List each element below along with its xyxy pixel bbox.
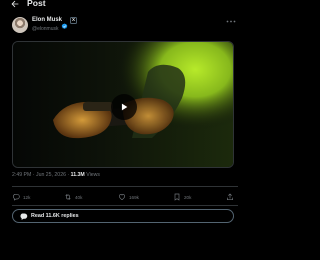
engagement-bar: 12k 40k 169k 20k xyxy=(12,191,238,203)
verified-badge-icon xyxy=(61,17,68,29)
share-button[interactable] xyxy=(226,193,234,201)
reply-bubble-icon xyxy=(20,213,28,220)
top-bar: Post xyxy=(0,0,250,10)
play-icon xyxy=(121,103,128,111)
share-icon xyxy=(227,193,233,200)
more-horizontal-icon[interactable] xyxy=(226,19,236,24)
views-label: Views xyxy=(86,172,100,178)
views-count: 11.3M xyxy=(70,172,85,178)
read-replies-label: Read 11.6K replies xyxy=(31,213,79,219)
avatar[interactable] xyxy=(12,17,28,33)
read-replies-button[interactable]: Read 11.6K replies xyxy=(12,209,234,223)
reply-button[interactable]: 12k xyxy=(12,193,30,201)
post-date[interactable]: Jun 25, 2026 xyxy=(36,172,66,178)
video-player[interactable] xyxy=(12,41,234,168)
repost-count: 40k xyxy=(75,194,83,200)
post-time[interactable]: 2:49 PM xyxy=(12,172,31,178)
page-title: Post xyxy=(27,0,46,8)
author-handle[interactable]: @elonmusk xyxy=(32,26,58,32)
divider xyxy=(12,186,238,187)
bookmark-button[interactable]: 20k xyxy=(173,193,191,201)
like-count: 169k xyxy=(129,194,139,200)
divider xyxy=(12,205,238,206)
affiliate-badge: X xyxy=(70,17,77,24)
arrow-left-icon[interactable] xyxy=(10,0,20,9)
reply-count: 12k xyxy=(23,194,31,200)
reply-icon xyxy=(12,194,20,201)
play-button[interactable] xyxy=(111,94,137,120)
post-metadata: 2:49 PM · Jun 25, 2026 · 11.3M Views xyxy=(12,172,100,182)
heart-icon xyxy=(118,194,126,201)
like-button[interactable]: 169k xyxy=(118,193,139,201)
bookmark-count: 20k xyxy=(184,194,192,200)
meta-separator: · xyxy=(32,172,35,178)
bookmark-icon xyxy=(174,193,180,201)
meta-separator: · xyxy=(67,172,70,178)
author-display-name[interactable]: Elon Musk xyxy=(32,17,62,23)
post-author: Elon Musk X @elonmusk xyxy=(12,15,238,37)
repost-button[interactable]: 40k xyxy=(64,193,82,201)
repost-icon xyxy=(65,194,71,200)
